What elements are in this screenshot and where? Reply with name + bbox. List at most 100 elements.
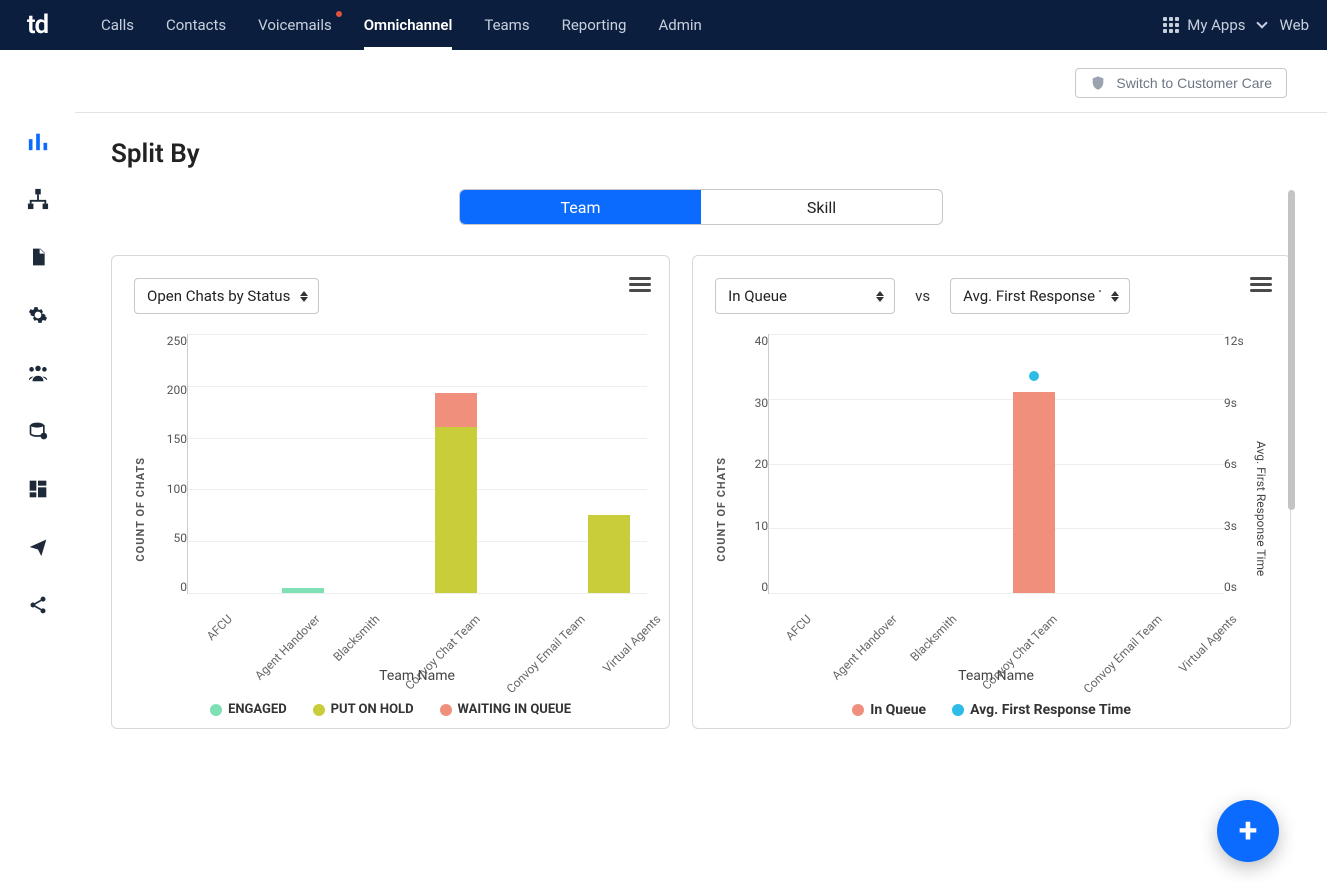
tick-label: 30 (734, 396, 768, 410)
category-label: AFCU (204, 612, 235, 643)
tick-label: 0 (734, 580, 768, 594)
nav-item-calls[interactable]: Calls (85, 0, 150, 50)
tick-label: 150 (153, 432, 187, 446)
tick-label: 10 (734, 519, 768, 533)
bar-segment (1013, 392, 1055, 594)
nav-item-reporting[interactable]: Reporting (546, 0, 643, 50)
tick-label: 250 (153, 334, 187, 348)
switch-customer-care-button[interactable]: Switch to Customer Care (1075, 68, 1287, 98)
data-point (1029, 371, 1039, 381)
chart-card-open-chats: Open Chats by Status COUNT OF CHATS 2502… (111, 255, 670, 729)
legend-label: In Queue (870, 702, 926, 718)
nav-items: CallsContactsVoicemailsOmnichannelTeamsR… (85, 0, 718, 50)
bar-stack (1013, 392, 1055, 594)
my-apps-label: My Apps (1187, 16, 1245, 34)
nav-item-omnichannel[interactable]: Omnichannel (348, 0, 469, 50)
vs-label: vs (915, 287, 930, 305)
sidebar-analytics-icon[interactable] (27, 130, 49, 152)
legend-item: PUT ON HOLD (313, 702, 414, 717)
legend-item: WAITING IN QUEUE (440, 702, 572, 717)
top-nav: td CallsContactsVoicemailsOmnichannelTea… (0, 0, 1327, 50)
legend-swatch-icon (952, 704, 964, 716)
select-arrows-icon (300, 291, 308, 302)
switch-button-label: Switch to Customer Care (1116, 75, 1272, 91)
tick-label: 6s (1224, 457, 1252, 471)
nav-right-extra[interactable]: Web (1280, 16, 1309, 34)
sidebar-document-icon[interactable] (27, 246, 49, 268)
select-arrows-icon (876, 291, 884, 302)
bar-segment (435, 427, 477, 593)
legend-label: WAITING IN QUEUE (458, 702, 572, 717)
chevron-down-icon (1256, 17, 1267, 28)
legend-swatch-icon (210, 704, 222, 716)
shield-icon (1090, 75, 1106, 91)
tick-label: 100 (153, 482, 187, 496)
select-arrows-icon (1111, 291, 1119, 302)
legend-label: PUT ON HOLD (331, 702, 414, 717)
chart-menu-icon[interactable] (1250, 274, 1272, 295)
segment-option-team[interactable]: Team (460, 190, 701, 224)
chart2-right-select[interactable]: Avg. First Response Time (950, 278, 1130, 314)
nav-item-admin[interactable]: Admin (642, 0, 717, 50)
nav-right: My Apps Web (1163, 16, 1309, 34)
legend-label: Avg. First Response Time (970, 702, 1131, 718)
tick-label: 9s (1224, 396, 1252, 410)
chart1: COUNT OF CHATS 250200150100500 AFCUAgent… (134, 334, 647, 684)
chart1-metric-select[interactable]: Open Chats by Status (134, 278, 319, 314)
chart2-xcats: AFCUAgent HandoverBlacksmithConvoy Chat … (768, 600, 1224, 614)
tick-label: 12s (1224, 334, 1252, 348)
legend-swatch-icon (852, 704, 864, 716)
sidebar-group-icon[interactable] (27, 362, 49, 384)
apps-grid-icon (1163, 17, 1179, 33)
bar-stack (435, 393, 477, 593)
category-label: AFCU (783, 612, 814, 643)
sidebar-settings-icon[interactable] (27, 304, 49, 326)
bar-segment (282, 588, 324, 593)
legend-label: ENGAGED (228, 702, 287, 717)
bar-stack (588, 515, 630, 593)
category-label: Blacksmith (907, 612, 959, 664)
chart-cards: Open Chats by Status COUNT OF CHATS 250 2… (75, 255, 1327, 779)
page-title: Split By (75, 113, 1327, 189)
legend-item: In Queue (852, 702, 926, 718)
segment-option-skill[interactable]: Skill (701, 190, 942, 224)
sidebar-database-icon[interactable] (27, 420, 49, 442)
sidebar-send-icon[interactable] (27, 536, 49, 558)
chart1-legend: ENGAGED PUT ON HOLD WAITING IN QUEUE (134, 702, 647, 717)
chart2-left-label: In Queue (728, 287, 787, 305)
chart1-metric-label: Open Chats by Status (147, 287, 290, 305)
segmented-control-wrap: TeamSkill (75, 189, 1327, 225)
category-label: Virtual Agents (600, 612, 663, 675)
chart2: COUNT OF CHATS 403020100 AFCUAgent Hando… (715, 334, 1268, 684)
legend-swatch-icon (440, 704, 452, 716)
nav-item-contacts[interactable]: Contacts (150, 0, 242, 50)
brand-logo: td (0, 10, 75, 40)
sidebar-share-icon[interactable] (27, 594, 49, 616)
tick-label: 3s (1224, 519, 1252, 533)
main-content: Switch to Customer Care Split By TeamSki… (75, 50, 1327, 882)
my-apps-dropdown[interactable]: My Apps (1163, 16, 1265, 34)
chart2-left-select[interactable]: In Queue (715, 278, 895, 314)
bar-segment (588, 515, 630, 593)
chart2-plotarea (768, 334, 1224, 594)
chart2-rylabel: Avg. First Response Time (1254, 441, 1268, 576)
notification-dot-icon (336, 11, 342, 17)
chart1-yticks: 250200150100500 (153, 334, 187, 594)
nav-item-teams[interactable]: Teams (468, 0, 545, 50)
bar-segment (435, 393, 477, 426)
sidebar-sitemap-icon[interactable] (27, 188, 49, 210)
legend-item: ENGAGED (210, 702, 287, 717)
chart-menu-icon[interactable] (629, 274, 651, 295)
fab-add-button[interactable]: + (1217, 800, 1279, 862)
tick-label: 50 (153, 531, 187, 545)
scrollbar-thumb[interactable] (1288, 190, 1295, 510)
sidebar-dashboard-icon[interactable] (27, 478, 49, 500)
tick-label: 200 (153, 383, 187, 397)
chart2-yticks: 403020100 (734, 334, 768, 594)
chart-card-queue-response: In Queue vs Avg. First Response Time COU… (692, 255, 1291, 729)
chart2-ylabel: COUNT OF CHATS (715, 457, 728, 562)
chart1-xcats: AFCUAgent HandoverBlacksmithConvoy Chat … (187, 600, 647, 614)
split-by-segmented: TeamSkill (459, 189, 943, 225)
nav-item-voicemails[interactable]: Voicemails (242, 0, 348, 50)
sidebar (0, 50, 75, 882)
